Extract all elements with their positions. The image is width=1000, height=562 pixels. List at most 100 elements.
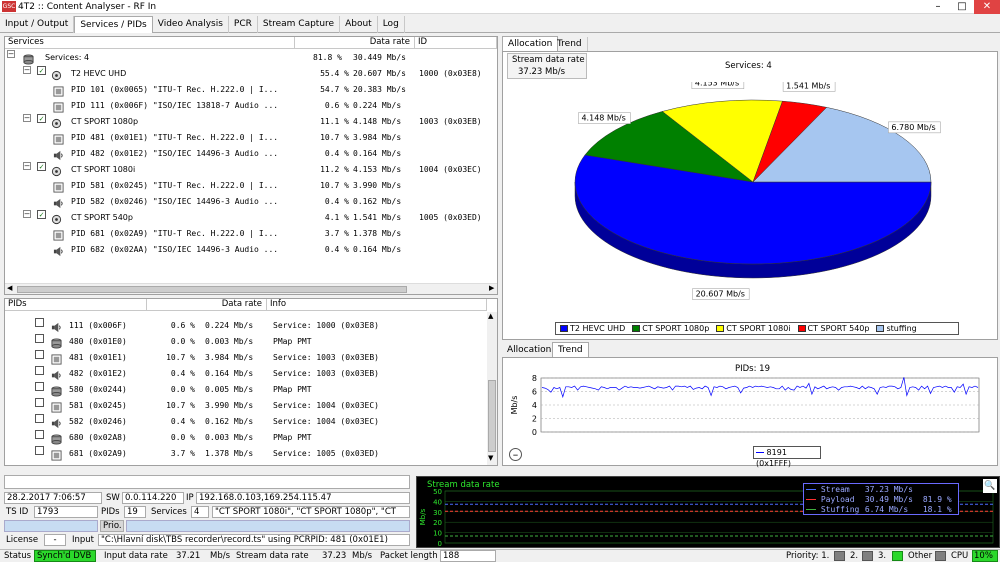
tab-video-analysis[interactable]: Video Analysis — [153, 16, 229, 33]
input-rate-label: Input data rate — [104, 551, 168, 561]
scroll-left-icon[interactable]: ◀ — [7, 284, 12, 292]
pid-row[interactable]: PID 481 (0x01E1) "ITU-T Rec. H.222.0 | I… — [5, 130, 497, 146]
legend-label: CT SPORT 540p — [807, 324, 870, 333]
pid-info: Service: 1000 (0x03E8) — [273, 321, 379, 330]
pid-list-row[interactable]: 581 (0x0245) 10.7 % 3.990 Mb/s Service: 100… — [5, 398, 487, 414]
pid-rate: 3.990 Mb/s — [205, 401, 254, 410]
pids-count-value: 19 — [124, 506, 146, 518]
service-row[interactable]: – ✓ CT SPORT 540p 4.1 % 1.541 Mb/s 1005 (0x03… — [5, 210, 497, 226]
pid-info: Service: 1005 (0x03ED) — [273, 449, 379, 458]
legend-swatch — [560, 325, 568, 332]
pid-row[interactable]: PID 681 (0x02A9) "ITU-T Rec. H.222.0 | I… — [5, 226, 497, 242]
services-count-label: Services — [151, 507, 187, 517]
magnifier-icon[interactable]: 🔍 — [983, 479, 997, 493]
scroll-right-icon[interactable]: ▶ — [489, 284, 494, 292]
license-label: License — [6, 535, 39, 545]
pie-label-text: 20.607 Mb/s — [696, 290, 745, 299]
legend-swatch — [632, 325, 641, 332]
pid-rate: 0.224 Mb/s — [205, 321, 254, 330]
pid-list-row[interactable]: 580 (0x0244) 0.0 % 0.005 Mb/s PMap PMT — [5, 382, 487, 398]
tab-trend[interactable]: Trend — [552, 37, 588, 51]
tab-services-pids[interactable]: Services / PIDs — [74, 16, 153, 33]
pid-list-row[interactable]: 481 (0x01E1) 10.7 % 3.984 Mb/s Service: 100… — [5, 350, 487, 366]
col-services[interactable]: Services — [5, 37, 295, 49]
service-row[interactable]: – ✓ T2 HEVC UHD 55.4 % 20.607 Mb/s 1000 (0x03… — [5, 66, 497, 82]
legend-swatch — [716, 325, 725, 332]
pid-row[interactable]: PID 682 (0x02AA) "ISO/IEC 14496-3 Audio … — [5, 242, 497, 258]
priority-3-indicator — [892, 551, 903, 561]
osc-legend-swatch — [806, 499, 816, 500]
service-row[interactable]: – ✓ CT SPORT 1080p 11.1 % 4.148 Mb/s 1003 (0x… — [5, 114, 497, 130]
allocation-chart-area: Stream data rate 37.23 Mb/s Services: 4 … — [502, 51, 998, 340]
row-id: 1000 (0x03E8) — [419, 69, 482, 78]
osc-tick-label: 30 — [433, 509, 442, 517]
pids-header: PIDs Data rate Info — [5, 299, 487, 311]
audio-stream-icon — [53, 244, 64, 260]
col-info[interactable]: Info — [267, 299, 487, 311]
service-row[interactable]: – ✓ CT SPORT 1080i 11.2 % 4.153 Mb/s 1004 (0x… — [5, 162, 497, 178]
app-icon: GSC — [2, 1, 16, 12]
services-hscrollbar[interactable]: ◀ ▶ — [5, 283, 497, 294]
pid-list-row[interactable]: 482 (0x01E2) 0.4 % 0.164 Mb/s Service: 1003… — [5, 366, 487, 382]
tab-input-output[interactable]: Input / Output — [0, 16, 75, 33]
pid-row[interactable]: PID 482 (0x01E2) "ISO/IEC 14496-3 Audio … — [5, 146, 497, 162]
pid-description: PID 111 (0x006F) "ISO/IEC 13818-7 Audio … — [71, 101, 279, 110]
pid-info: PMap PMT — [273, 337, 312, 346]
service-name: T2 HEVC UHD — [71, 69, 127, 78]
services-header: Services Data rate ID — [5, 37, 497, 49]
pid-list-row[interactable]: 680 (0x02A8) 0.0 % 0.003 Mb/s PMap PMT — [5, 430, 487, 446]
pie-data-label: 4.153 Mb/s — [691, 82, 745, 89]
col-id[interactable]: ID — [415, 37, 497, 49]
maximize-icon[interactable]: □ — [950, 0, 974, 14]
pid-row[interactable]: PID 582 (0x0246) "ISO/IEC 14496-3 Audio … — [5, 194, 497, 210]
scroll-down-icon[interactable]: ▼ — [488, 454, 493, 462]
tab-allocation-2[interactable]: Allocation — [502, 343, 558, 357]
sw-value: 0.0.114.220 — [122, 492, 184, 504]
pie-legend: T2 HEVC UHD CT SPORT 1080p CT SPORT 1080i C… — [555, 322, 959, 335]
scroll-up-icon[interactable]: ▲ — [488, 312, 493, 320]
trend-legend-swatch — [756, 452, 764, 453]
row-rate: 0.224 Mb/s — [353, 101, 402, 110]
video-stream-icon — [51, 448, 62, 464]
col-pid-data-rate[interactable]: Data rate — [147, 299, 267, 311]
status-label: Status — [4, 551, 32, 561]
tsid-value: 1793 (0x0701) — [34, 506, 98, 518]
ip-label: IP — [186, 493, 194, 503]
services-root-row[interactable]: – Services: 4 81.8 % 30.449 Mb/s — [5, 50, 497, 66]
col-data-rate[interactable]: Data rate — [295, 37, 415, 49]
scroll-thumb[interactable] — [17, 286, 407, 293]
tab-stream-capture[interactable]: Stream Capture — [258, 16, 341, 33]
row-pct: 0.4 % — [324, 197, 349, 206]
pid-number: 580 (0x0244) — [69, 385, 127, 394]
services-root-label: Services: 4 — [45, 53, 90, 62]
priority-2-indicator — [862, 551, 873, 561]
tab-log[interactable]: Log — [378, 16, 405, 33]
col-pids[interactable]: PIDs — [5, 299, 147, 311]
close-icon[interactable]: ✕ — [974, 0, 1000, 14]
pid-row[interactable]: PID 101 (0x0065) "ITU-T Rec. H.222.0 | I… — [5, 82, 497, 98]
pid-rate: 1.378 Mb/s — [205, 449, 254, 458]
pids-scroll-thumb[interactable] — [488, 380, 496, 452]
tab-trend-2[interactable]: Trend — [552, 342, 589, 357]
pid-row[interactable]: PID 581 (0x0245) "ITU-T Rec. H.222.0 | I… — [5, 178, 497, 194]
pid-row[interactable]: PID 111 (0x006F) "ISO/IEC 13818-7 Audio … — [5, 98, 497, 114]
pid-pct: 0.0 % — [170, 385, 195, 394]
pid-description: PID 582 (0x0246) "ISO/IEC 14496-3 Audio … — [71, 197, 279, 206]
minimize-icon[interactable]: – — [926, 0, 950, 14]
row-pct: 54.7 % — [320, 85, 349, 94]
legend-label: stuffing — [886, 324, 917, 333]
tab-pcr[interactable]: PCR — [229, 16, 258, 33]
pid-list-row[interactable]: 582 (0x0246) 0.4 % 0.162 Mb/s Service: 1004… — [5, 414, 487, 430]
status-message-field — [4, 475, 410, 489]
tab-about[interactable]: About — [340, 16, 378, 33]
pid-list-row[interactable]: 480 (0x01E0) 0.0 % 0.003 Mb/s PMap PMT — [5, 334, 487, 350]
stream-rate-label: Stream data rate — [512, 55, 585, 65]
pid-list-row[interactable]: 111 (0x006F) 0.6 % 0.224 Mb/s Service: 1000… — [5, 318, 487, 334]
row-pct: 10.7 % — [320, 181, 349, 190]
pids-list-panel: PIDs Data rate Info 111 (0x006F) 0.6 % 0.2… — [4, 298, 498, 466]
title-bar: GSC 4T2 :: Content Analyser - RF In – □ … — [0, 0, 1000, 14]
pids-vscrollbar[interactable]: ▲ ▼ — [487, 312, 497, 465]
zoom-out-icon[interactable]: – — [509, 448, 522, 461]
tab-allocation[interactable]: Allocation — [502, 36, 559, 51]
pid-list-row[interactable]: 681 (0x02A9) 3.7 % 1.378 Mb/s Service: 1005… — [5, 446, 487, 462]
